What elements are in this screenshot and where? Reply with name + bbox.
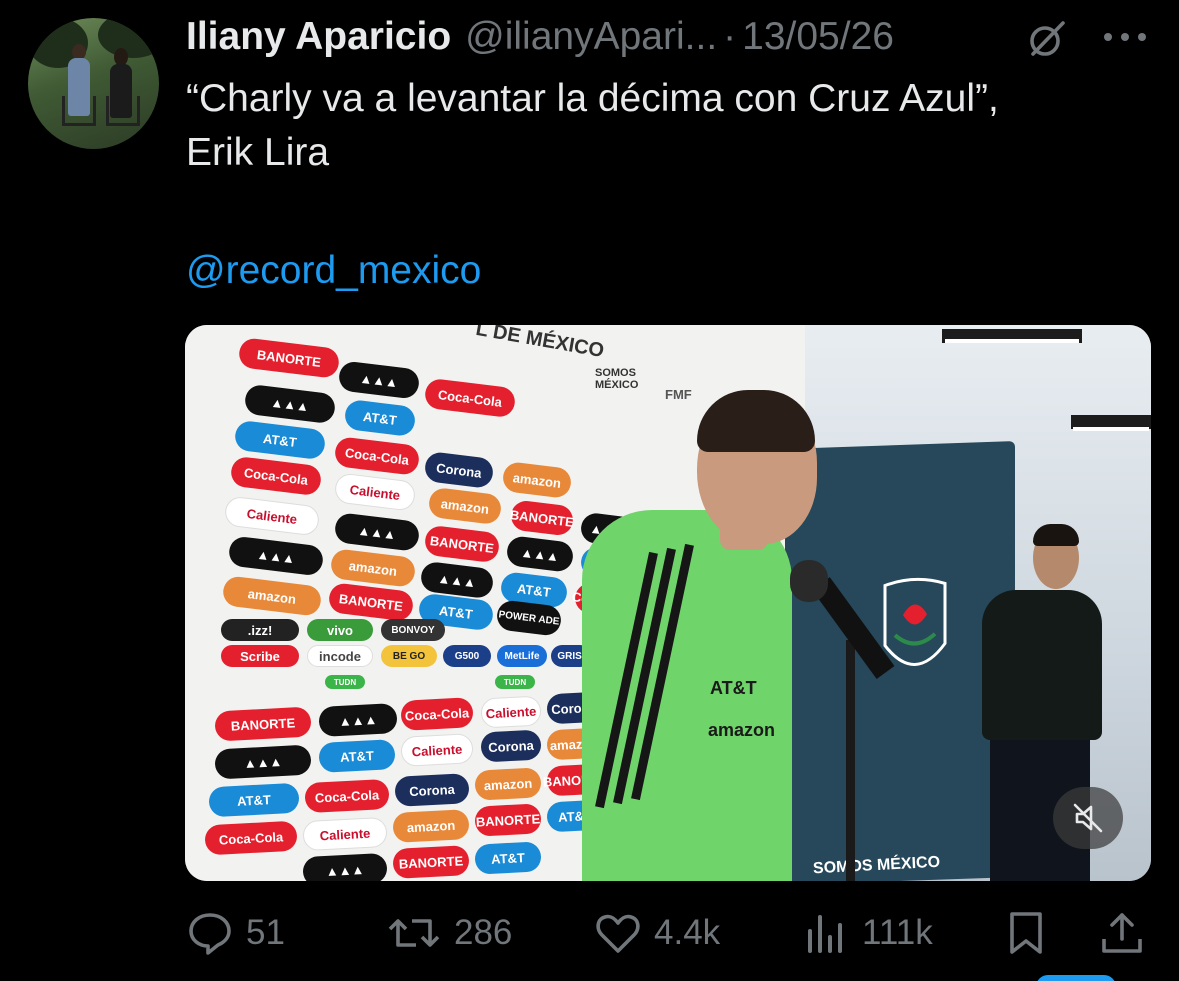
incode-logo: incode: [307, 645, 373, 667]
grok-icon[interactable]: [1025, 17, 1069, 61]
banorte-logo: BANORTE: [237, 337, 341, 379]
mention-link[interactable]: @record_mexico: [186, 244, 481, 298]
corona-logo: Corona: [423, 450, 495, 490]
amazon-logo: amazon: [474, 767, 542, 801]
adidas-logo: ▲▲▲: [214, 744, 312, 780]
banorte-logo: BANORTE: [423, 524, 501, 564]
banorte-logo: BANORTE: [214, 706, 312, 742]
banorte-logo: BANORTE: [474, 803, 542, 837]
cocacola-logo: Coca-Cola: [204, 820, 298, 856]
like-button[interactable]: 4.4k: [594, 905, 720, 961]
repost-button[interactable]: 286: [386, 905, 512, 961]
bookmark-button[interactable]: [1002, 905, 1062, 961]
amazon-logo: amazon: [329, 547, 417, 589]
banorte-logo: BANORTE: [327, 581, 415, 623]
repost-icon: [388, 919, 440, 947]
avatar-chair: [106, 96, 140, 126]
reply-icon: [189, 913, 231, 955]
cocacola-logo: Coca-Cola: [423, 377, 517, 419]
g500-logo: G500: [443, 645, 491, 667]
izzi-logo: .izz!: [221, 619, 299, 641]
mic-stand: [846, 640, 855, 881]
fmf-panel: [785, 440, 1015, 881]
amazon-logo: amazon: [427, 486, 503, 526]
metlife-logo: MetLife: [497, 645, 547, 667]
amazon-logo: amazon: [501, 460, 573, 500]
like-icon: [596, 914, 640, 953]
repost-count: 286: [454, 913, 513, 952]
amazon-logo: amazon: [221, 575, 323, 617]
author-handle[interactable]: @ilianyApari...: [465, 15, 717, 59]
tweet-text: “Charly va a levantar la décima con Cruz…: [186, 77, 999, 174]
fmf-logo: FMF: [665, 387, 692, 402]
microphone: [790, 560, 828, 602]
scribe-logo: Scribe: [221, 645, 299, 667]
adidas-logo: ▲▲▲: [227, 535, 325, 577]
cocacola-logo: Coca-Cola: [229, 455, 323, 497]
lamp-light: [1073, 427, 1149, 431]
views-count: 111k: [862, 913, 933, 952]
share-button[interactable]: [1098, 905, 1158, 961]
like-count: 4.4k: [654, 913, 721, 952]
tweet-date[interactable]: 13/05/26: [742, 15, 894, 59]
tweet-header: Iliany Aparicio @ilianyApari... · 13/05/…: [186, 14, 894, 60]
background-person-hair: [1033, 524, 1079, 546]
adidas-logo: ▲▲▲: [333, 511, 421, 553]
views-button[interactable]: 111k: [802, 905, 933, 961]
more-icon[interactable]: [1100, 26, 1150, 48]
vivo-logo: vivo: [307, 619, 373, 641]
att-logo: AT&T: [208, 782, 300, 818]
corona-logo: Corona: [480, 729, 542, 763]
backdrop-title: L DE MÉXICO: [474, 325, 606, 363]
tudn-logo: TUDN: [495, 675, 535, 689]
tweet-actions: 51 286 4.4k 111k: [186, 905, 1150, 961]
share-icon: [1102, 913, 1142, 953]
caliente-logo: Caliente: [223, 495, 321, 537]
caliente-logo: Caliente: [400, 733, 474, 767]
speaker-muted-icon: [1073, 803, 1103, 833]
compose-fab-edge[interactable]: [1036, 975, 1116, 981]
banorte-logo: BANORTE: [392, 845, 470, 879]
att-logo: AT&T: [474, 841, 542, 875]
cocacola-logo: Coca-Cola: [400, 697, 474, 731]
background-person-shirt: [982, 590, 1102, 740]
reply-count: 51: [246, 913, 285, 952]
banorte-logo: BANORTE: [509, 499, 575, 537]
caliente-logo: Caliente: [480, 695, 542, 729]
adidas-logo: ▲▲▲: [243, 383, 337, 425]
att-logo: AT&T: [318, 739, 396, 773]
author-avatar[interactable]: [28, 18, 159, 149]
bonvoy-logo: BONVOY: [381, 619, 445, 641]
tudn-logo: TUDN: [325, 675, 365, 689]
adidas-logo: ▲▲▲: [505, 535, 575, 573]
jersey-amazon: amazon: [708, 720, 776, 740]
bego-logo: BE GO: [381, 645, 437, 667]
att-logo: AT&T: [343, 398, 417, 438]
somos-mexico-logo: SOMOS MÉXICO: [595, 367, 639, 391]
views-icon: [808, 915, 842, 953]
adidas-logo: ▲▲▲: [302, 852, 388, 881]
player-jersey: AT&T amazon: [582, 510, 792, 881]
avatar-chair: [62, 96, 96, 126]
amazon-logo: amazon: [392, 809, 470, 843]
att-logo: AT&T: [233, 419, 327, 461]
jersey-att: AT&T: [710, 678, 757, 698]
caliente-logo: Caliente: [302, 816, 388, 852]
tweet-video[interactable]: L DE MÉXICO SOMOS MÉXICO FMF BANORTE ▲▲▲…: [185, 325, 1151, 881]
cocacola-logo: Coca-Cola: [333, 435, 421, 477]
adidas-logo: ▲▲▲: [318, 702, 398, 738]
adidas-logo: ▲▲▲: [337, 360, 421, 400]
corona-logo: Corona: [394, 773, 470, 807]
lamp-light: [945, 339, 1079, 343]
reply-button[interactable]: 51: [186, 905, 285, 961]
bookmark-icon: [1010, 912, 1042, 954]
cocacola-logo: Coca-Cola: [304, 778, 390, 814]
caliente-logo: Caliente: [333, 472, 417, 512]
separator-dot: ·: [723, 15, 737, 58]
mute-toggle-button[interactable]: [1053, 787, 1123, 849]
author-name[interactable]: Iliany Aparicio: [186, 15, 451, 59]
